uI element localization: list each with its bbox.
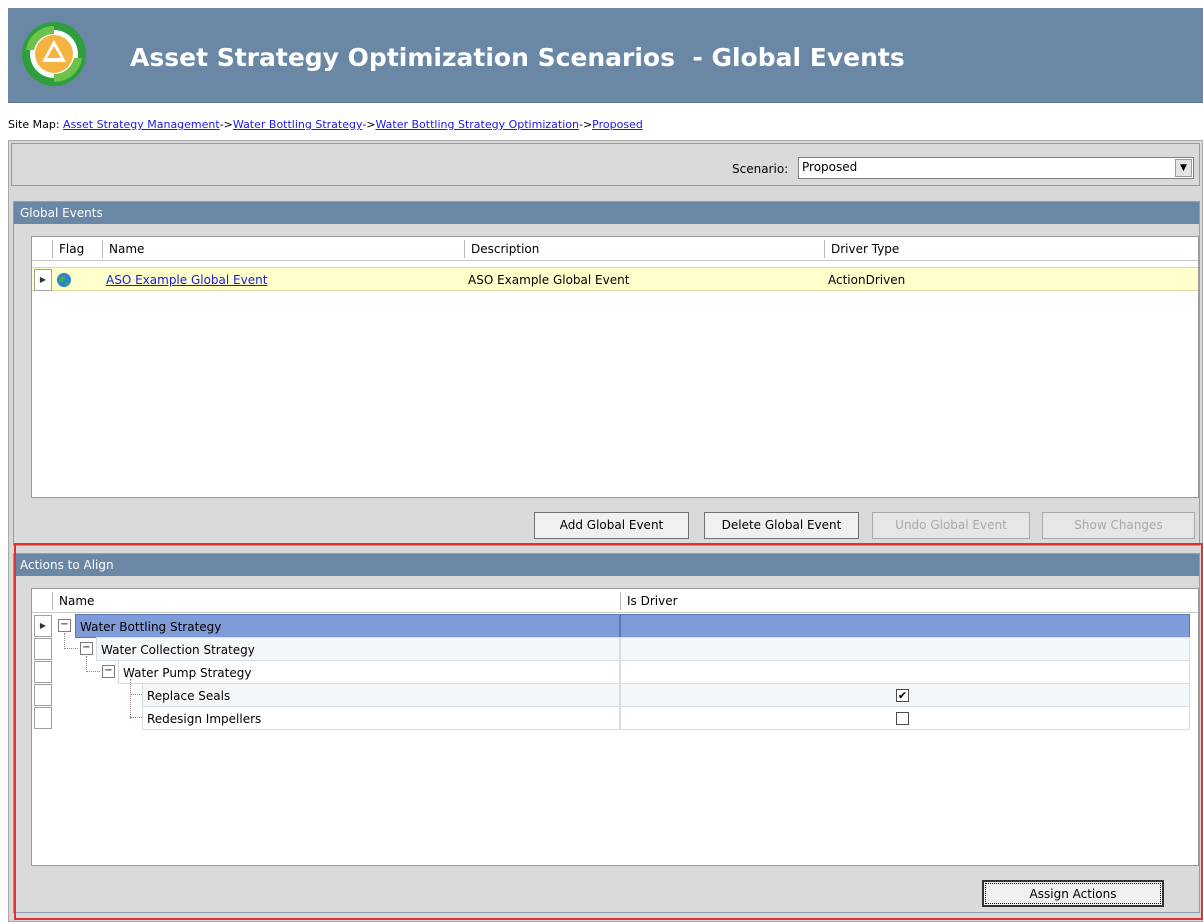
row-selector-icon[interactable] — [34, 661, 52, 683]
breadcrumb-link-wbso[interactable]: Water Bottling Strategy Optimization — [376, 118, 579, 131]
scenario-label: Scenario: — [732, 162, 789, 176]
tree-node-label: Redesign Impellers — [142, 706, 620, 730]
breadcrumb-separator: -> — [219, 118, 233, 131]
tree-connector — [130, 694, 142, 695]
main-container: Scenario: Proposed ▼ Global Events Flag … — [8, 140, 1203, 922]
app-logo-icon — [20, 20, 88, 88]
tree-connector — [86, 671, 100, 672]
tree-connector — [130, 717, 142, 718]
tree-node-label: Water Collection Strategy — [96, 637, 620, 661]
scenario-value: Proposed — [802, 160, 858, 174]
tree-row[interactable]: − Water Collection Strategy — [32, 633, 1198, 661]
collapse-icon[interactable]: − — [58, 619, 71, 632]
tree-node-label: Replace Seals — [142, 683, 620, 707]
column-header-name[interactable]: Name — [52, 592, 620, 610]
is-driver-checkbox[interactable]: ✔ — [896, 689, 909, 702]
is-driver-checkbox[interactable] — [896, 712, 909, 725]
delete-global-event-button[interactable]: Delete Global Event — [704, 512, 859, 539]
show-changes-button[interactable]: Show Changes — [1042, 512, 1195, 539]
actions-to-align-panel: Actions to Align Name Is Driver ▶ Water … — [13, 553, 1200, 913]
tree-connector — [64, 633, 65, 647]
is-driver-cell — [620, 660, 1190, 684]
row-selector-icon[interactable]: ▶ — [34, 615, 52, 637]
global-events-title: Global Events — [14, 202, 1199, 224]
row-selector-icon[interactable] — [34, 707, 52, 729]
page-title: Asset Strategy Optimization Scenarios - … — [130, 43, 905, 72]
breadcrumb-link-asm[interactable]: Asset Strategy Management — [63, 118, 220, 131]
description-cell: ASO Example Global Event — [468, 273, 630, 287]
row-selector-icon[interactable] — [34, 638, 52, 660]
tree-node-label: Water Pump Strategy — [118, 660, 620, 684]
undo-global-event-button[interactable]: Undo Global Event — [872, 512, 1030, 539]
name-cell: ASO Example Global Event — [102, 268, 464, 292]
collapse-icon[interactable]: − — [80, 642, 93, 655]
grid-header: Name Is Driver — [32, 589, 1198, 613]
is-driver-cell: ✔ — [620, 683, 1190, 707]
actions-grid: Name Is Driver ▶ Water Bottling Strategy… — [31, 588, 1199, 866]
scenario-bar: Scenario: Proposed ▼ — [11, 143, 1200, 186]
assign-actions-button[interactable]: Assign Actions — [982, 880, 1164, 907]
tree-row[interactable]: − Water Pump Strategy — [32, 656, 1198, 684]
chevron-down-icon[interactable]: ▼ — [1175, 159, 1192, 177]
driver-type-cell: ActionDriven — [828, 273, 906, 287]
row-selector-icon[interactable] — [34, 684, 52, 706]
column-header-name[interactable]: Name — [102, 240, 464, 258]
breadcrumb-separator: -> — [578, 118, 593, 131]
global-events-panel: Global Events Flag Name Description Driv… — [13, 201, 1200, 546]
breadcrumb: Site Map: Asset Strategy Management->Wat… — [8, 118, 643, 131]
breadcrumb-link-proposed[interactable]: Proposed — [592, 118, 643, 131]
breadcrumb-link-wbs[interactable]: Water Bottling Strategy — [233, 118, 362, 131]
tree-node-label: Water Bottling Strategy — [75, 614, 620, 638]
column-header-is-driver[interactable]: Is Driver — [620, 592, 1194, 610]
collapse-icon[interactable]: − — [102, 665, 115, 678]
global-events-grid: Flag Name Description Driver Type ▶ ASO … — [31, 236, 1199, 498]
tree-row[interactable]: Redesign Impellers — [32, 706, 1198, 730]
column-header-driver-type[interactable]: Driver Type — [824, 240, 1194, 258]
column-header-flag[interactable]: Flag — [52, 240, 102, 258]
globe-icon — [57, 273, 71, 287]
tree-row[interactable]: Replace Seals ✔ — [32, 679, 1198, 719]
tree-row[interactable]: ▶ Water Bottling Strategy − — [32, 614, 1198, 638]
table-row[interactable]: ▶ ASO Example Global Event ASO Example G… — [32, 267, 1198, 291]
add-global-event-button[interactable]: Add Global Event — [534, 512, 689, 539]
flag-cell — [52, 268, 102, 292]
breadcrumb-label: Site Map: — [8, 118, 60, 131]
is-driver-cell — [620, 637, 1190, 661]
app-header: Asset Strategy Optimization Scenarios - … — [8, 8, 1203, 103]
is-driver-cell — [620, 614, 1190, 638]
is-driver-cell — [620, 706, 1190, 730]
row-selector-icon[interactable]: ▶ — [34, 269, 52, 291]
actions-to-align-title: Actions to Align — [14, 554, 1199, 576]
global-event-link[interactable]: ASO Example Global Event — [106, 273, 267, 287]
tree-connector — [64, 648, 78, 649]
grid-header: Flag Name Description Driver Type — [32, 237, 1198, 261]
column-header-description[interactable]: Description — [464, 240, 824, 258]
scenario-select[interactable]: Proposed ▼ — [798, 157, 1194, 179]
breadcrumb-separator: -> — [362, 118, 376, 131]
tree-connector — [86, 656, 87, 670]
